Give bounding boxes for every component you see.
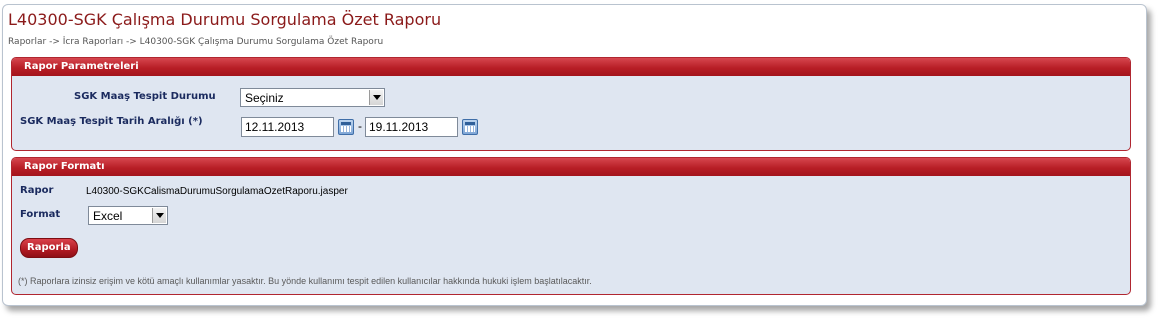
chevron-down-icon[interactable] xyxy=(152,208,166,223)
date-separator: - xyxy=(358,119,362,133)
report-file-name: L40300-SGKCalismaDurumuSorgulamaOzetRapo… xyxy=(86,186,348,197)
parameters-panel: Rapor Parametreleri SGK Maaş Tespit Duru… xyxy=(11,57,1131,151)
report-window: L40300-SGK Çalışma Durumu Sorgulama Özet… xyxy=(2,4,1147,306)
status-label: SGK Maaş Tespit Durumu xyxy=(74,91,216,102)
format-select[interactable]: Excel xyxy=(88,206,168,225)
format-panel-header: Rapor Formatı xyxy=(12,158,1130,176)
status-select[interactable]: Seçiniz xyxy=(240,88,385,107)
breadcrumb: Raporlar -> İcra Raporları -> L40300-SGK… xyxy=(8,37,384,47)
report-label: Rapor xyxy=(20,185,54,196)
parameters-panel-header: Rapor Parametreleri xyxy=(12,58,1130,76)
page-title: L40300-SGK Çalışma Durumu Sorgulama Özet… xyxy=(8,10,442,29)
calendar-icon[interactable] xyxy=(462,119,478,135)
calendar-icon[interactable] xyxy=(338,119,354,135)
date-to-input[interactable]: 19.11.2013 xyxy=(365,117,458,137)
raporla-button[interactable]: Raporla xyxy=(20,238,78,258)
format-panel: Rapor Formatı Rapor L40300-SGKCalismaDur… xyxy=(11,157,1131,295)
format-label: Format xyxy=(20,209,61,220)
format-select-value: Excel xyxy=(93,209,123,223)
legal-footnote: (*) Raporlara izinsiz erişim ve kötü ama… xyxy=(18,276,592,286)
chevron-down-icon[interactable] xyxy=(369,90,383,105)
date-from-input[interactable]: 12.11.2013 xyxy=(241,117,334,137)
date-range-label: SGK Maaş Tespit Tarih Aralığı (*) xyxy=(20,116,203,127)
status-select-value: Seçiniz xyxy=(245,91,284,105)
